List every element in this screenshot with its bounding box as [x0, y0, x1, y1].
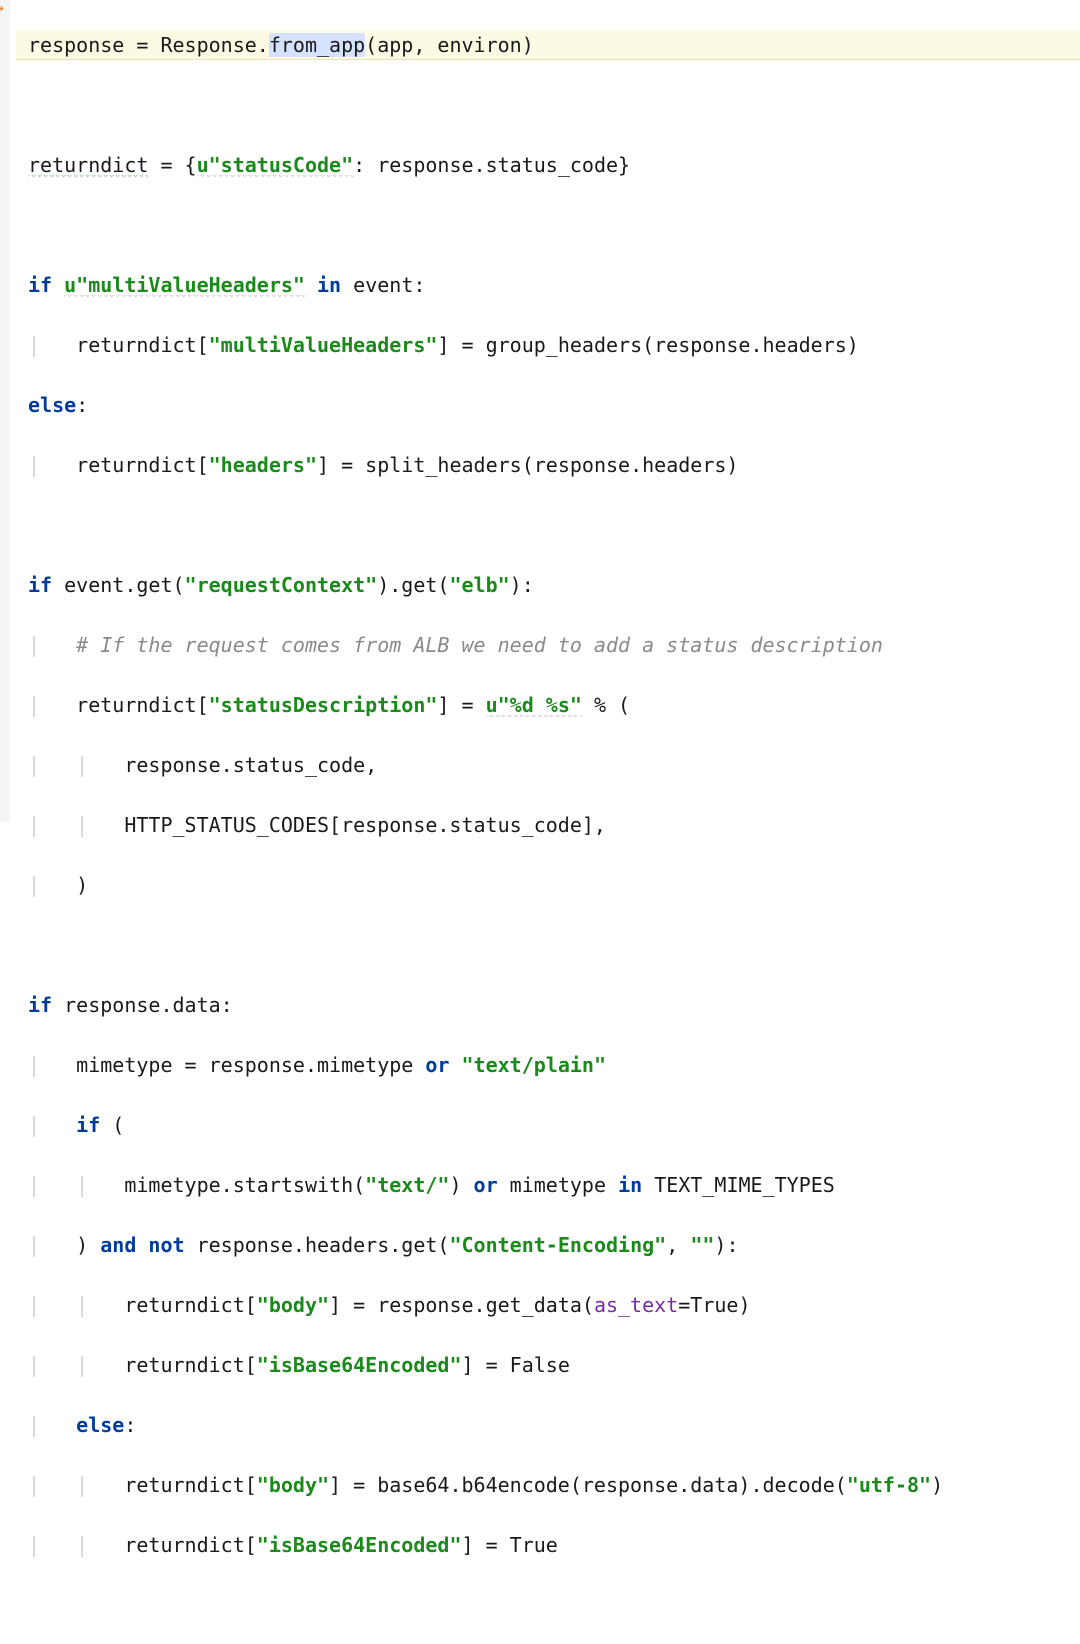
- breakpoint-arrow-icon[interactable]: ➔: [0, 0, 4, 24]
- code-line[interactable]: | | response.status_code,: [16, 750, 1080, 780]
- code-line[interactable]: | | returndict["isBase64Encoded"] = Fals…: [16, 1350, 1080, 1380]
- code-line[interactable]: | | mimetype.startswith("text/") or mime…: [16, 1170, 1080, 1200]
- code-line-current[interactable]: response = Response.from_app(app, enviro…: [16, 30, 1080, 60]
- indent-guide-icon: |: [28, 453, 76, 477]
- indent-guide-icon: | |: [28, 1173, 124, 1197]
- code-line[interactable]: | if (: [16, 1110, 1080, 1140]
- code-line[interactable]: [16, 1590, 1080, 1620]
- indent-guide-icon: | |: [28, 1353, 124, 1377]
- code-line[interactable]: if response.data:: [16, 990, 1080, 1020]
- code-line[interactable]: | else:: [16, 1410, 1080, 1440]
- code-line[interactable]: else:: [16, 390, 1080, 420]
- code-line[interactable]: [16, 210, 1080, 240]
- code-line[interactable]: | returndict["statusDescription"] = u"%d…: [16, 690, 1080, 720]
- code-line[interactable]: | returndict["headers"] = split_headers(…: [16, 450, 1080, 480]
- indent-guide-icon: | |: [28, 1533, 124, 1557]
- code-text: (app, environ): [365, 33, 534, 57]
- code-line[interactable]: | ) and not response.headers.get("Conten…: [16, 1230, 1080, 1260]
- code-line[interactable]: | | HTTP_STATUS_CODES[response.status_co…: [16, 810, 1080, 840]
- indent-guide-icon: |: [28, 1233, 76, 1257]
- code-line[interactable]: | | returndict["isBase64Encoded"] = True: [16, 1530, 1080, 1560]
- indent-guide-icon: | |: [28, 753, 124, 777]
- indent-guide-icon: |: [28, 1113, 76, 1137]
- code-line[interactable]: | mimetype = response.mimetype or "text/…: [16, 1050, 1080, 1080]
- code-line[interactable]: | ): [16, 870, 1080, 900]
- code-line[interactable]: if u"multiValueHeaders" in event:: [16, 270, 1080, 300]
- code-comment: # If the request comes from ALB we need …: [76, 633, 883, 657]
- indent-guide-icon: |: [28, 333, 76, 357]
- code-line[interactable]: | | returndict["body"] = base64.b64encod…: [16, 1470, 1080, 1500]
- code-line[interactable]: [16, 510, 1080, 540]
- indent-guide-icon: | |: [28, 1473, 124, 1497]
- indent-guide-icon: |: [28, 633, 76, 657]
- editor-gutter[interactable]: ➔: [0, 0, 10, 822]
- code-text: response = Response.: [28, 33, 269, 57]
- indent-guide-icon: |: [28, 873, 76, 897]
- code-editor[interactable]: response = Response.from_app(app, enviro…: [10, 0, 1080, 1644]
- code-line[interactable]: if event.get("requestContext").get("elb"…: [16, 570, 1080, 600]
- selection: from_app: [269, 33, 365, 57]
- code-line[interactable]: | | returndict["body"] = response.get_da…: [16, 1290, 1080, 1320]
- code-line[interactable]: returndict = {u"statusCode": response.st…: [16, 150, 1080, 180]
- indent-guide-icon: |: [28, 1053, 76, 1077]
- code-line[interactable]: [16, 90, 1080, 120]
- indent-guide-icon: |: [28, 1413, 76, 1437]
- indent-guide-icon: | |: [28, 813, 124, 837]
- code-line[interactable]: | # If the request comes from ALB we nee…: [16, 630, 1080, 660]
- indent-guide-icon: |: [28, 693, 76, 717]
- indent-guide-icon: | |: [28, 1293, 124, 1317]
- code-line[interactable]: [16, 930, 1080, 960]
- code-line[interactable]: | returndict["multiValueHeaders"] = grou…: [16, 330, 1080, 360]
